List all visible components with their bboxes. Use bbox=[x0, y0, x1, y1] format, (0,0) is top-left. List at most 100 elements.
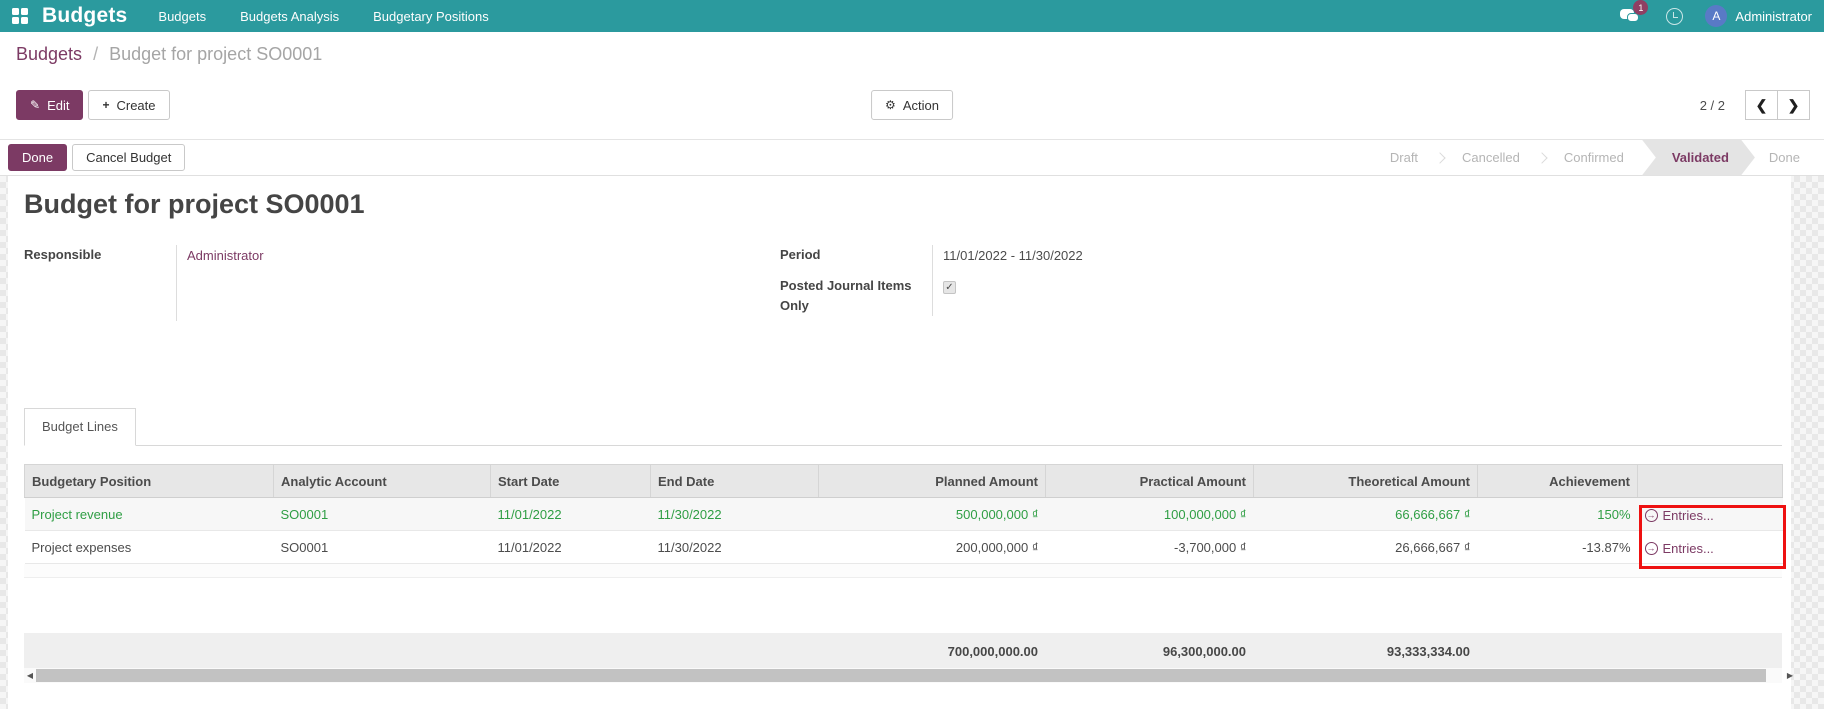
tab-budget-lines[interactable]: Budget Lines bbox=[24, 408, 136, 446]
cell-budgetary-position[interactable]: Project expenses bbox=[24, 530, 274, 564]
app-brand-title: Budgets bbox=[42, 4, 128, 27]
record-buttons: ✎ Edit + Create bbox=[16, 90, 170, 120]
status-step-cancelled[interactable]: Cancelled bbox=[1458, 150, 1524, 165]
plus-icon: + bbox=[102, 98, 110, 112]
col-budgetary-position[interactable]: Budgetary Position bbox=[24, 464, 274, 498]
col-theoretical-amount[interactable]: Theoretical Amount bbox=[1253, 464, 1478, 498]
app-menu: Budgets Budgets Analysis Budgetary Posit… bbox=[141, 0, 505, 32]
edit-button-label: Edit bbox=[47, 97, 70, 113]
navbar-systray: 1 A Administrator bbox=[1620, 0, 1812, 27]
avatar: A bbox=[1705, 5, 1728, 27]
apps-menu-icon[interactable] bbox=[12, 8, 28, 24]
cell-end-date[interactable]: 11/30/2022 bbox=[650, 530, 819, 564]
status-step-confirmed[interactable]: Confirmed bbox=[1560, 150, 1628, 165]
posted-journal-items-label: Posted Journal Items Only bbox=[780, 278, 912, 313]
breadcrumb-parent[interactable]: Budgets bbox=[16, 44, 82, 64]
nav-item-budgets-analysis[interactable]: Budgets Analysis bbox=[223, 0, 356, 32]
breadcrumb: Budgets / Budget for project SO0001 bbox=[16, 44, 322, 65]
pager-next-button[interactable]: ❯ bbox=[1777, 90, 1810, 120]
notebook-tabbar: Budget Lines bbox=[24, 408, 1782, 446]
user-menu[interactable]: A Administrator bbox=[1705, 5, 1812, 27]
action-button[interactable]: ⚙ Action bbox=[871, 90, 953, 120]
nav-item-budgetary-positions[interactable]: Budgetary Positions bbox=[356, 0, 506, 32]
statusbar-buttons: Done Cancel Budget bbox=[8, 144, 186, 171]
cell-budgetary-position[interactable]: Project revenue bbox=[24, 497, 274, 531]
cell-analytic-account[interactable]: SO0001 bbox=[273, 530, 491, 564]
table-row-project-expenses[interactable]: Project expenses SO0001 11/01/2022 11/30… bbox=[24, 530, 1783, 564]
done-button-label: Done bbox=[22, 150, 54, 165]
pencil-icon: ✎ bbox=[30, 98, 41, 112]
done-button[interactable]: Done bbox=[8, 144, 68, 171]
period-label: Period bbox=[780, 247, 821, 262]
col-end-date[interactable]: End Date bbox=[650, 464, 819, 498]
cell-start-date[interactable]: 11/01/2022 bbox=[490, 497, 651, 531]
chevron-left-icon: ❮ bbox=[1755, 96, 1768, 113]
messages-icon[interactable]: 1 bbox=[1620, 0, 1649, 25]
page-title: Budget for project SO0001 bbox=[24, 189, 365, 219]
entries-button-label: Entries... bbox=[1662, 507, 1714, 523]
budget-lines-table: Budgetary Position Analytic Account Star… bbox=[24, 464, 1783, 564]
col-entries bbox=[1637, 464, 1783, 498]
cell-theoretical-amount[interactable]: 26,666,667 ₫ bbox=[1253, 530, 1478, 564]
action-button-label: Action bbox=[902, 97, 939, 113]
breadcrumb-current: Budget for project SO0001 bbox=[109, 44, 323, 64]
entries-button[interactable]: → Entries... bbox=[1644, 507, 1714, 523]
table-empty-row bbox=[24, 564, 1782, 578]
field-group-left: Responsible Administrator bbox=[24, 245, 264, 321]
total-theoretical-amount: 93,333,334.00 bbox=[1386, 644, 1470, 659]
total-planned-amount: 700,000,000.00 bbox=[947, 644, 1038, 659]
cancel-budget-button-label: Cancel Budget bbox=[86, 150, 172, 165]
pager-previous-button[interactable]: ❮ bbox=[1745, 90, 1778, 120]
control-panel: Budgets / Budget for project SO0001 ✎ Ed… bbox=[0, 32, 1824, 139]
cell-practical-amount[interactable]: 100,000,000 ₫ bbox=[1045, 497, 1254, 531]
breadcrumb-separator: / bbox=[93, 44, 99, 64]
col-planned-amount[interactable]: Planned Amount bbox=[818, 464, 1046, 498]
arrow-circle-right-icon: → bbox=[1644, 541, 1658, 555]
form-sheet: Budget for project SO0001 Responsible Ad… bbox=[8, 176, 1793, 709]
cell-practical-amount[interactable]: -3,700,000 ₫ bbox=[1045, 530, 1254, 564]
total-practical-amount: 96,300,000.00 bbox=[1162, 644, 1246, 659]
gear-icon: ⚙ bbox=[885, 98, 896, 112]
step-chevron-icon bbox=[1536, 151, 1548, 164]
cell-planned-amount[interactable]: 500,000,000 ₫ bbox=[818, 497, 1046, 531]
table-row-project-revenue[interactable]: Project revenue SO0001 11/01/2022 11/30/… bbox=[24, 497, 1783, 531]
cell-achievement[interactable]: -13.87% bbox=[1477, 530, 1638, 564]
messages-count-badge: 1 bbox=[1633, 0, 1649, 15]
create-button-label: Create bbox=[116, 97, 156, 113]
statusbar-steps: Draft Cancelled Confirmed Validated Done bbox=[1386, 140, 1824, 175]
status-step-draft[interactable]: Draft bbox=[1386, 150, 1422, 165]
edit-button[interactable]: ✎ Edit bbox=[16, 90, 84, 120]
horizontal-scrollbar[interactable]: ◀ ▶ bbox=[24, 668, 1793, 683]
activities-clock-icon[interactable] bbox=[1666, 7, 1684, 25]
field-group-right: Period Posted Journal Items Only 11/01/2… bbox=[780, 245, 1083, 316]
top-navbar: Budgets Budgets Budgets Analysis Budgeta… bbox=[0, 0, 1824, 32]
cell-achievement[interactable]: 150% bbox=[1477, 497, 1638, 531]
col-start-date[interactable]: Start Date bbox=[490, 464, 651, 498]
scroll-right-icon[interactable]: ▶ bbox=[1784, 668, 1796, 683]
check-icon: ✓ bbox=[945, 281, 954, 293]
status-step-validated[interactable]: Validated bbox=[1642, 140, 1755, 176]
form-view-background: Budget for project SO0001 Responsible Ad… bbox=[0, 176, 1824, 709]
posted-journal-items-checkbox[interactable]: ✓ bbox=[943, 281, 956, 294]
scroll-left-icon[interactable]: ◀ bbox=[24, 668, 36, 683]
entries-button-label: Entries... bbox=[1662, 540, 1714, 556]
responsible-label: Responsible bbox=[24, 247, 102, 262]
col-practical-amount[interactable]: Practical Amount bbox=[1045, 464, 1254, 498]
period-value: 11/01/2022 - 11/30/2022 bbox=[943, 248, 1083, 263]
nav-item-budgets[interactable]: Budgets bbox=[141, 0, 223, 32]
col-achievement[interactable]: Achievement bbox=[1477, 464, 1638, 498]
cell-entries: → Entries... bbox=[1637, 530, 1783, 564]
cell-planned-amount[interactable]: 200,000,000 ₫ bbox=[818, 530, 1046, 564]
cell-end-date[interactable]: 11/30/2022 bbox=[650, 497, 819, 531]
col-analytic-account[interactable]: Analytic Account bbox=[273, 464, 491, 498]
cell-theoretical-amount[interactable]: 66,666,667 ₫ bbox=[1253, 497, 1478, 531]
scrollbar-thumb[interactable] bbox=[36, 669, 1766, 682]
status-step-done[interactable]: Done bbox=[1765, 150, 1810, 165]
statusbar: Done Cancel Budget Draft Cancelled Confi… bbox=[0, 139, 1824, 176]
create-button[interactable]: + Create bbox=[88, 90, 170, 120]
cancel-budget-button[interactable]: Cancel Budget bbox=[72, 144, 186, 171]
cell-analytic-account[interactable]: SO0001 bbox=[273, 497, 491, 531]
cell-start-date[interactable]: 11/01/2022 bbox=[490, 530, 651, 564]
entries-button[interactable]: → Entries... bbox=[1644, 540, 1714, 556]
responsible-value[interactable]: Administrator bbox=[187, 245, 264, 276]
